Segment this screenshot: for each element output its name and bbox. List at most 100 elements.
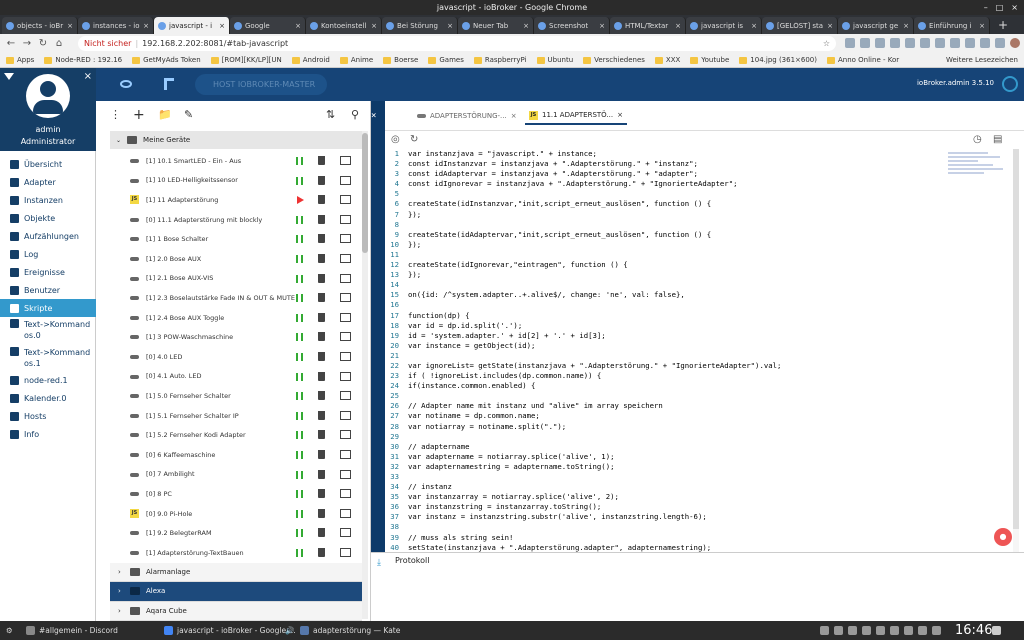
- code-line[interactable]: 32 var adapternamestring = adaptername.to…: [385, 462, 1018, 472]
- collapse-triangle-icon[interactable]: [4, 73, 14, 80]
- tray-icon[interactable]: [876, 626, 885, 635]
- minimize-icon[interactable]: –: [984, 0, 988, 15]
- script-row[interactable]: [1] 2.4 Bose AUX Toggle: [110, 308, 362, 328]
- delete-icon[interactable]: [318, 528, 325, 538]
- script-row[interactable]: JS [1] 11 Adapterstörung: [110, 190, 362, 210]
- extension-icon[interactable]: [950, 38, 960, 48]
- script-row[interactable]: [0] 7 Ambilight: [110, 465, 362, 485]
- pause-icon[interactable]: [296, 235, 303, 244]
- delete-icon[interactable]: [318, 548, 325, 557]
- delete-icon[interactable]: [318, 234, 325, 244]
- start-menu-icon[interactable]: ⚙: [6, 621, 13, 640]
- script-row[interactable]: [1] 3 POW-Waschmaschine: [110, 327, 362, 347]
- script-row[interactable]: [1] 9.2 BelegterRAM: [110, 523, 362, 543]
- extension-icon[interactable]: [935, 38, 945, 48]
- export-icon[interactable]: [340, 254, 351, 263]
- code-line[interactable]: 11: [385, 250, 1018, 260]
- bookmark-item[interactable]: Ubuntu: [536, 56, 573, 64]
- script-row[interactable]: [0] 8 PC: [110, 484, 362, 504]
- bookmark-item[interactable]: Anime: [339, 56, 373, 64]
- tree-group-row[interactable]: › Alexa: [110, 582, 362, 602]
- delete-icon[interactable]: [318, 312, 325, 322]
- script-row[interactable]: [0] 6 Kaffeemaschine: [110, 445, 362, 465]
- export-icon[interactable]: [340, 489, 351, 499]
- close-tab-icon[interactable]: ×: [219, 22, 225, 30]
- code-line[interactable]: 23 if ( !ignoreList.includes(dp.common.na…: [385, 371, 1018, 381]
- code-line[interactable]: 3 const idAdaptervar = instanzjava + ".Ad…: [385, 169, 1018, 179]
- export-icon[interactable]: [340, 214, 351, 224]
- delete-icon[interactable]: [318, 273, 325, 283]
- script-row[interactable]: [1] 1 Bose Schalter: [110, 229, 362, 249]
- code-line[interactable]: 14: [385, 280, 1018, 290]
- bookmark-item[interactable]: Youtube: [690, 56, 729, 64]
- export-icon[interactable]: [340, 469, 351, 479]
- close-tab-icon[interactable]: ×: [143, 22, 149, 30]
- close-tab-icon[interactable]: ×: [599, 22, 605, 30]
- export-icon[interactable]: [340, 508, 351, 518]
- browser-tab[interactable]: objects - ioBr ×: [2, 17, 78, 34]
- sidebar-item-skripte[interactable]: Skripte: [0, 299, 96, 317]
- edit-icon[interactable]: ✎: [184, 109, 193, 121]
- maximize-icon[interactable]: □: [996, 0, 1004, 15]
- close-tab-icon[interactable]: ×: [523, 22, 529, 30]
- sidebar-item--bersicht[interactable]: Übersicht: [0, 155, 96, 173]
- browser-tab[interactable]: javascript - i ×: [154, 17, 230, 34]
- tray-icon[interactable]: [820, 626, 829, 635]
- delete-icon[interactable]: [318, 214, 325, 224]
- sidebar-item-kalender-0[interactable]: Kalender.0: [0, 389, 96, 407]
- close-window-icon[interactable]: ×: [1011, 0, 1018, 15]
- wrench-icon[interactable]: [164, 78, 174, 90]
- code-line[interactable]: 27 var notiname = dp.common.name;: [385, 411, 1018, 421]
- script-row[interactable]: [0] 11.1 Adapterstörung mit blockly: [110, 210, 362, 230]
- browser-tab[interactable]: HTML/Textar ×: [610, 17, 686, 34]
- tree-scrollbar[interactable]: [362, 131, 368, 619]
- delete-icon[interactable]: [318, 156, 325, 165]
- close-tab-icon[interactable]: ×: [371, 22, 377, 30]
- fab-button[interactable]: ●: [994, 528, 1012, 546]
- bookmark-item[interactable]: GetMyAds Token: [132, 56, 201, 64]
- close-tab-icon[interactable]: ×: [447, 22, 453, 30]
- code-line[interactable]: 5: [385, 189, 1018, 199]
- volume-icon[interactable]: 🔊: [285, 621, 294, 640]
- code-line[interactable]: 34 // instanz: [385, 482, 1018, 492]
- pause-icon[interactable]: [296, 372, 303, 381]
- bookmark-item[interactable]: Games: [428, 56, 464, 64]
- clock-icon[interactable]: ◷: [973, 134, 982, 145]
- bookmark-item[interactable]: XXX: [654, 56, 680, 64]
- export-icon[interactable]: [340, 352, 351, 361]
- sidebar-item-ereignisse[interactable]: Ereignisse: [0, 263, 96, 281]
- search-icon[interactable]: ⚲: [351, 109, 359, 121]
- close-tab-icon[interactable]: ×: [751, 22, 757, 30]
- close-editor-icon[interactable]: ×: [371, 101, 385, 121]
- bookmark-item[interactable]: Android: [291, 56, 330, 64]
- code-line[interactable]: 16: [385, 300, 1018, 310]
- code-line[interactable]: 12 createState(idIgnorevar,"eintragen", f…: [385, 260, 1018, 270]
- download-icon[interactable]: ⤓: [377, 558, 381, 568]
- chevron-right-icon[interactable]: ›: [118, 568, 124, 576]
- close-tab-icon[interactable]: ×: [979, 22, 985, 30]
- new-tab-icon[interactable]: +: [998, 17, 1008, 34]
- code-line[interactable]: 8: [385, 220, 1018, 230]
- extension-icon[interactable]: [890, 38, 900, 48]
- pause-icon[interactable]: [296, 294, 303, 303]
- sidebar-item-text-kommandos-1[interactable]: Text->Kommandos.1: [0, 345, 96, 371]
- sort-icon[interactable]: ⇅: [326, 109, 335, 121]
- browser-tab[interactable]: Google ×: [230, 17, 306, 34]
- pause-icon[interactable]: [296, 255, 303, 263]
- script-row[interactable]: [1] Adapterstörung-TextBauen: [110, 543, 362, 563]
- close-tab-icon[interactable]: ×: [67, 22, 73, 30]
- sidebar-item-instanzen[interactable]: Instanzen: [0, 191, 96, 209]
- pause-icon[interactable]: [296, 490, 303, 499]
- browser-tab[interactable]: Kontoeinstell ×: [306, 17, 382, 34]
- pause-icon[interactable]: [296, 215, 303, 224]
- export-icon[interactable]: [340, 195, 351, 205]
- code-editor[interactable]: 1 var instanzjava = "javascript." + insta…: [385, 149, 1018, 552]
- bookmark-item[interactable]: Boerse: [383, 56, 418, 64]
- code-line[interactable]: 30 // adaptername: [385, 442, 1018, 452]
- home-icon[interactable]: ⌂: [54, 38, 64, 49]
- export-icon[interactable]: [340, 450, 351, 459]
- taskbar-item[interactable]: #allgemein - Discord: [26, 621, 118, 640]
- clock[interactable]: 16:46: [955, 621, 992, 640]
- sidebar-item-info[interactable]: Info: [0, 425, 96, 443]
- close-tab-icon[interactable]: ×: [675, 22, 681, 30]
